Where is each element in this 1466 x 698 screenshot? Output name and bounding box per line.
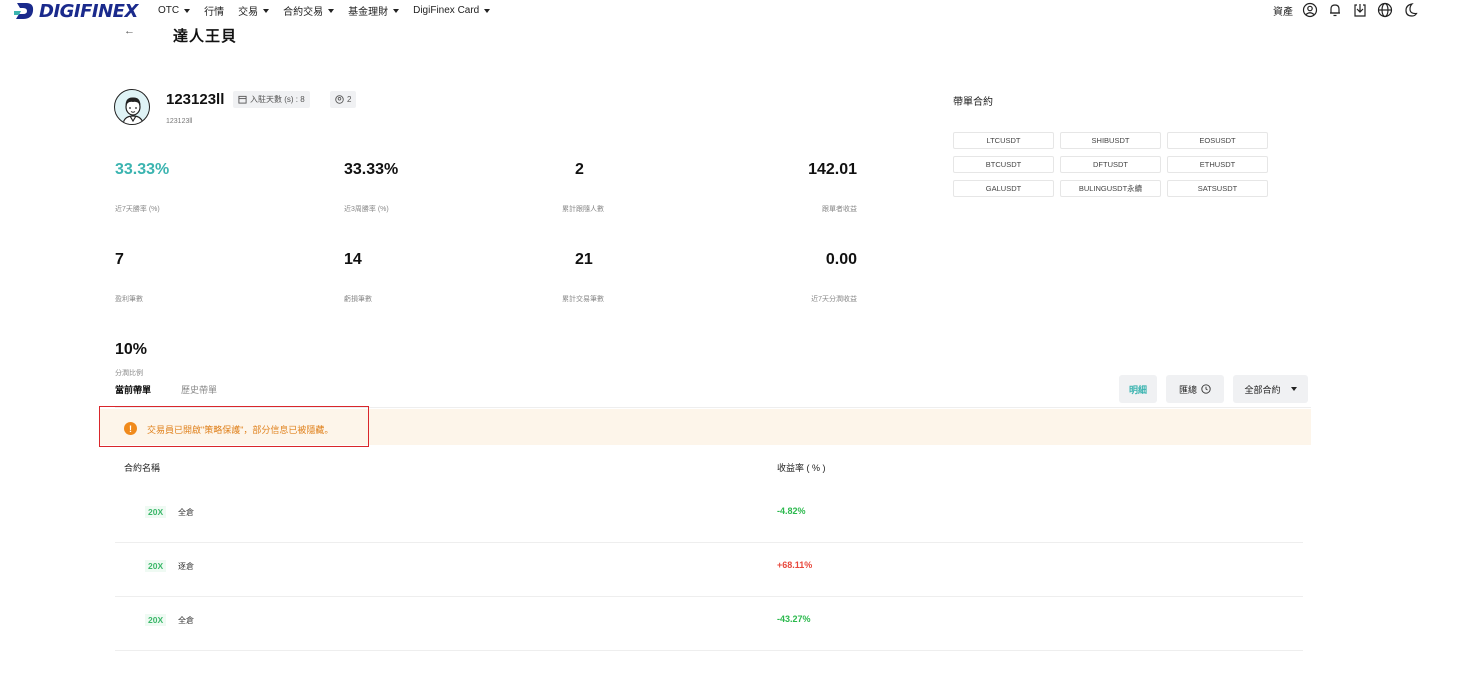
calendar-icon [238,95,247,104]
user-id: 123123ll [166,118,193,125]
margin-mode: 全倉 [178,616,194,625]
yield-value: -4.82% [777,506,806,516]
stat-value-loss-trades: 14 [344,251,362,268]
stat-label-profit-trades: 盈利筆數 [115,296,143,303]
days-badge: 入駐天數 (s) : 8 [233,91,310,108]
table-row[interactable]: 20X 逐倉 +68.11% [115,543,1303,597]
back-button[interactable]: ← [124,25,135,37]
help-icon [1201,384,1211,394]
contract-pill[interactable]: ETHUSDT [1167,156,1268,173]
contract-pill[interactable]: SHIBUSDT [1060,132,1161,149]
stat-label-profit-share-ratio: 分潤比例 [115,370,143,377]
caret-down-icon [393,8,400,13]
contract-pill[interactable]: GALUSDT [953,180,1054,197]
nav-market[interactable]: 行情 [204,3,224,18]
caret-down-icon [1290,387,1297,391]
stat-label-follower-profit: 跟單者收益 [822,206,857,213]
user-icon[interactable] [1302,2,1318,18]
stat-value-followers: 2 [575,161,584,178]
user-icon [335,95,344,104]
stat-label-loss-trades: 虧損筆數 [344,296,372,303]
table-row[interactable]: 20X 全倉 -4.82% [115,489,1303,543]
detail-button[interactable]: 明細 [1119,375,1157,403]
tab-history-orders[interactable]: 歷史帶單 [181,383,217,396]
column-header-yield: 收益率 ( % ) [777,463,826,473]
main-menu: OTC 行情 交易 合約交易 基金理財 DigiFinex Card [158,3,504,18]
contract-pill[interactable]: SATSUSDT [1167,180,1268,197]
summary-button-label: 匯總 [1178,384,1197,395]
caret-down-icon [184,8,191,13]
followers-count: 2 [347,95,352,104]
margin-mode: 全倉 [178,508,194,517]
margin-mode: 逐倉 [178,562,194,571]
nav-card[interactable]: DigiFinex Card [413,3,491,18]
assets-link[interactable]: 資產 [1273,3,1293,18]
contract-pill[interactable]: LTCUSDT [953,132,1054,149]
nav-fund-label: 基金理財 [348,7,389,18]
download-icon[interactable] [1352,2,1368,18]
yield-value: -43.27% [777,614,811,624]
leverage-badge: 20X [145,614,167,626]
nav-futures-label: 合約交易 [283,7,324,18]
nav-trade[interactable]: 交易 [238,3,270,18]
moon-icon[interactable] [1402,2,1418,18]
stat-value-7d-winrate: 33.33% [115,161,170,178]
stat-value-profit-trades: 7 [115,251,124,268]
nav-otc[interactable]: OTC [158,3,191,18]
stat-value-total-trades: 21 [575,251,593,268]
table-row[interactable]: 20X 全倉 -43.27% [115,597,1303,651]
contract-pill[interactable]: BULINGUSDT永續 [1060,180,1161,197]
caret-down-icon [263,8,270,13]
all-contracts-label: 全部合約 [1244,384,1281,395]
stat-value-7d-profit-share: 0.00 [825,251,857,268]
stat-label-7d-profit-share: 近7天分潤收益 [811,296,857,303]
nav-fund[interactable]: 基金理財 [348,3,400,18]
logo-text: DIGIFINEX [39,0,138,22]
nav-card-label: DigiFinex Card [413,5,480,16]
page-title: 達人王貝 [173,28,238,45]
leverage-badge: 20X [145,506,167,518]
contract-pill[interactable]: DFTUSDT [1060,156,1161,173]
followers-badge: 2 [330,91,357,108]
contracts-title: 帶單合約 [953,97,993,108]
nav-otc-label: OTC [158,5,180,16]
notice-text: 交易員已開啟"策略保護"，部分信息已被隱藏。 [147,425,334,435]
tab-current-orders[interactable]: 當前帶單 [115,383,151,396]
stat-label-followers: 累計跟隨人數 [562,206,604,213]
digifinex-logo[interactable]: DIGIFINEX [13,0,138,22]
top-nav: DIGIFINEX OTC 行情 交易 合約交易 基金理財 DigiFinex … [0,0,1466,22]
nav-right-tools: 資產 [1273,2,1418,18]
stat-value-profit-share-ratio: 10% [115,341,148,358]
stat-value-follower-profit: 142.01 [808,161,857,178]
warning-icon: ! [124,422,137,435]
bell-icon[interactable] [1327,2,1343,18]
stat-label-7d-winrate: 近7天勝率 (%) [115,206,160,213]
avatar [114,89,150,125]
column-header-contract-name: 合約名稱 [124,463,161,473]
yield-value: +68.11% [777,560,813,570]
contract-pill[interactable]: EOSUSDT [1167,132,1268,149]
caret-down-icon [328,8,335,13]
leverage-badge: 20X [145,560,167,572]
caret-down-icon [484,8,491,13]
nav-trade-label: 交易 [238,7,259,18]
days-label: 入駐天數 (s) : 8 [250,95,305,104]
detail-button-label: 明細 [1128,384,1147,395]
nav-futures[interactable]: 合約交易 [283,3,335,18]
logo-mark-icon [13,1,36,21]
globe-icon[interactable] [1377,2,1393,18]
stat-label-3w-winrate: 近3周勝率 (%) [344,206,389,213]
nav-market-label: 行情 [204,7,225,18]
stat-value-3w-winrate: 33.33% [344,161,399,178]
contract-pill[interactable]: BTCUSDT [953,156,1054,173]
username: 123123ll [166,91,225,108]
stat-label-total-trades: 累計交易筆數 [562,296,604,303]
summary-button[interactable]: 匯總 [1166,375,1224,403]
all-contracts-dropdown[interactable]: 全部合約 [1233,375,1308,403]
